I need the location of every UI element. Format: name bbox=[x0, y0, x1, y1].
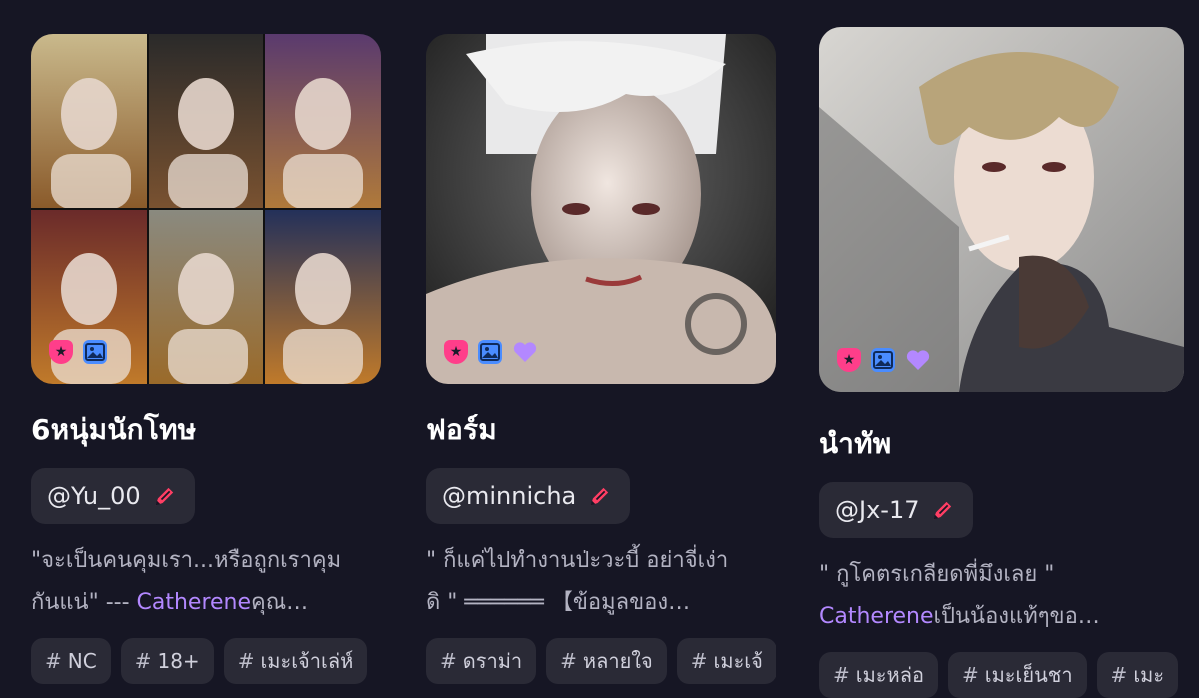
card-title[interactable]: นำทัพ bbox=[819, 422, 1184, 466]
tag-chip[interactable]: # เมะ bbox=[1096, 652, 1179, 698]
card-title[interactable]: ฟอร์ม bbox=[426, 408, 776, 452]
author-chip[interactable]: @minnicha bbox=[426, 468, 631, 524]
highlight-name: Catherene bbox=[136, 590, 252, 615]
image-icon bbox=[478, 340, 502, 364]
badge-row: ★ bbox=[444, 340, 538, 364]
tag-chip[interactable]: # ดราม่า bbox=[426, 638, 537, 684]
description-line-1: " ก็แค่ไปทำงานป่ะวะบี้ อย่าจี่เง่า bbox=[426, 548, 729, 573]
description-text: คุณ… bbox=[251, 590, 309, 615]
shield-icon: ★ bbox=[837, 348, 861, 372]
hash-icon: # bbox=[690, 649, 708, 673]
card-title[interactable]: 6หนุ่มนักโทษ bbox=[31, 408, 381, 452]
highlight-name: Catherene bbox=[819, 604, 934, 629]
image-icon bbox=[871, 348, 895, 372]
badge-row: ★ bbox=[837, 348, 931, 372]
character-card-3[interactable]: ★ นำทัพ @Jx-17 " กูโคตรเกลียดพี่มึงเลย "… bbox=[819, 27, 1184, 698]
hash-icon: # bbox=[961, 663, 979, 687]
hash-icon: # bbox=[134, 649, 152, 673]
hash-icon: # bbox=[560, 649, 577, 673]
card-description: " กูโคตรเกลียดพี่มึงเลย " Cathereneเป็นน… bbox=[819, 554, 1184, 638]
tag-list: # NC #18+ # เมะเจ้าเล่ห์ bbox=[31, 638, 381, 684]
tag-label: เมะเจ้าเล่ห์ bbox=[260, 649, 354, 673]
description-text: ดิ " ══════ 【ข้อมูลของ… bbox=[426, 590, 691, 615]
author-chip[interactable]: @Yu_00 bbox=[31, 468, 195, 524]
description-line-2: Cathereneเป็นน้องแท้ๆขอ… bbox=[819, 596, 1184, 638]
description-line-1: "จะเป็นคนคุมเรา...หรือถูกเราคุม bbox=[31, 548, 342, 573]
tag-label: เมะ bbox=[1133, 663, 1165, 687]
description-text: กันแน่" --- bbox=[31, 590, 137, 615]
hash-icon: # bbox=[833, 663, 850, 687]
tag-label: ดราม่า bbox=[462, 649, 523, 673]
pen-icon bbox=[934, 501, 952, 520]
character-thumbnail[interactable]: ★ bbox=[426, 34, 776, 384]
tag-chip[interactable]: # เมะเย็นชา bbox=[947, 652, 1087, 698]
hash-icon: # bbox=[1110, 663, 1128, 687]
pen-icon bbox=[590, 487, 609, 506]
pen-icon bbox=[155, 487, 173, 506]
tag-chip[interactable]: # เมะหล่อ bbox=[819, 652, 938, 698]
character-card-2[interactable]: ★ ฟอร์ม @minnicha " ก็แค่ไปทำงานป่ะวะบี้… bbox=[426, 34, 776, 684]
author-handle: @Jx-17 bbox=[835, 496, 920, 524]
card-description: "จะเป็นคนคุมเรา...หรือถูกเราคุม กันแน่" … bbox=[31, 540, 381, 624]
tag-chip[interactable]: # เมะเจ้าเล่ห์ bbox=[223, 638, 368, 684]
heart-icon bbox=[905, 348, 931, 372]
tag-label: เมะเย็นชา bbox=[984, 663, 1073, 687]
tag-chip[interactable]: # เมะเจ้ bbox=[676, 638, 776, 684]
description-text: เป็นน้องแท้ๆขอ… bbox=[933, 604, 1100, 629]
tag-label: เมะเจ้ bbox=[713, 649, 763, 673]
tag-list: # เมะหล่อ # เมะเย็นชา # เมะ bbox=[819, 652, 1184, 698]
character-portrait-image bbox=[819, 27, 1184, 392]
shield-icon: ★ bbox=[444, 340, 468, 364]
character-card-1[interactable]: ★ 6หนุ่มนักโทษ @Yu_00 "จะเป็นคนคุมเรา...… bbox=[31, 34, 381, 684]
character-collage-image bbox=[31, 34, 381, 384]
author-handle: @Yu_00 bbox=[47, 482, 141, 510]
character-thumbnail[interactable]: ★ bbox=[31, 34, 381, 384]
hash-icon: # bbox=[237, 649, 255, 673]
tag-label: หลายใจ bbox=[582, 649, 653, 673]
hash-icon: # bbox=[45, 649, 62, 673]
description-line-2: ดิ " ══════ 【ข้อมูลของ… bbox=[426, 582, 776, 624]
tag-label: เมะหล่อ bbox=[855, 663, 924, 687]
badge-row: ★ bbox=[49, 340, 107, 364]
card-description: " ก็แค่ไปทำงานป่ะวะบี้ อย่าจี่เง่า ดิ " … bbox=[426, 540, 776, 624]
tag-chip[interactable]: # หลายใจ bbox=[546, 638, 667, 684]
tag-label: 18+ bbox=[157, 649, 200, 673]
author-chip[interactable]: @Jx-17 bbox=[819, 482, 974, 538]
tag-chip[interactable]: #18+ bbox=[120, 638, 214, 684]
character-portrait-image bbox=[426, 34, 776, 384]
hash-icon: # bbox=[440, 649, 457, 673]
heart-icon bbox=[512, 340, 538, 364]
description-line-2: กันแน่" --- Cathereneคุณ… bbox=[31, 582, 381, 624]
tag-list: # ดราม่า # หลายใจ # เมะเจ้ bbox=[426, 638, 776, 684]
author-handle: @minnicha bbox=[442, 482, 577, 510]
tag-chip[interactable]: # NC bbox=[31, 638, 111, 684]
description-line-1: " กูโคตรเกลียดพี่มึงเลย " bbox=[819, 562, 1055, 587]
image-icon bbox=[83, 340, 107, 364]
shield-icon: ★ bbox=[49, 340, 73, 364]
tag-label: NC bbox=[67, 649, 97, 673]
character-thumbnail[interactable]: ★ bbox=[819, 27, 1184, 392]
